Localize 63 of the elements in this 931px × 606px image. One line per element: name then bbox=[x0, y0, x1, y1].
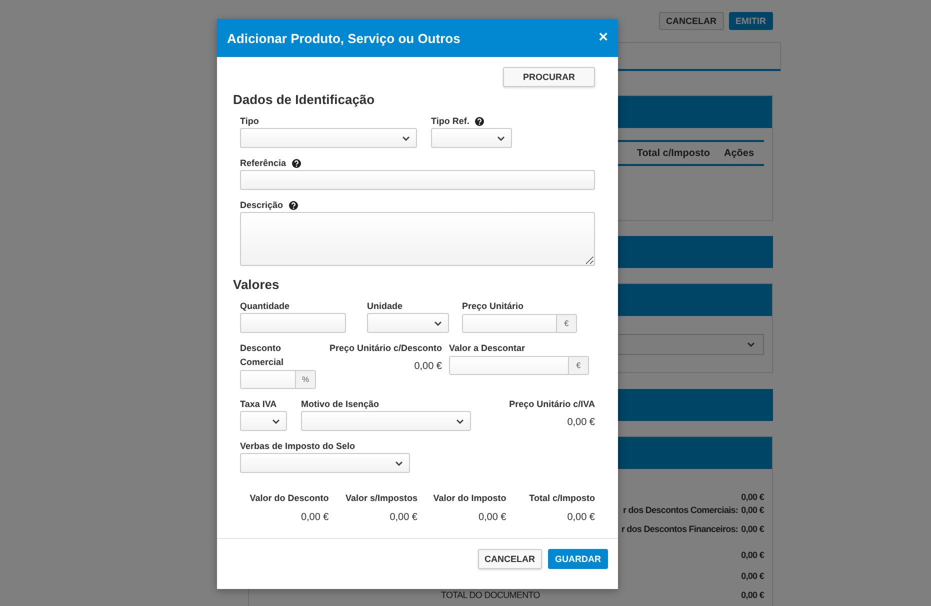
summary-value: 0,00 € bbox=[741, 589, 764, 601]
cancel-button[interactable]: CANCELAR bbox=[659, 12, 724, 30]
total-label: Valor do Desconto bbox=[250, 493, 329, 503]
section-heading: Dados de Identificação bbox=[233, 92, 376, 108]
chevron-down-icon bbox=[402, 136, 410, 140]
field-label: Preço Unitário c/IVA bbox=[509, 399, 595, 410]
summary-value: 0,00 € bbox=[741, 523, 764, 535]
cancel-button[interactable]: CANCELAR bbox=[478, 549, 542, 569]
field-label: Verbas de Imposto do Selo bbox=[240, 441, 356, 452]
input-field[interactable]: € bbox=[462, 314, 577, 333]
chevron-down-icon bbox=[747, 342, 755, 347]
emit-button[interactable]: EMITIR bbox=[728, 12, 773, 30]
total-label: Valor do Imposto bbox=[433, 493, 506, 503]
input-field[interactable]: % bbox=[240, 370, 316, 389]
summary-value: 0,00 € bbox=[741, 504, 764, 516]
select-field[interactable] bbox=[301, 411, 471, 431]
total-value: 0,00 € bbox=[390, 512, 418, 523]
summary-value: 0,00 € bbox=[741, 549, 764, 561]
total-value: 0,00 € bbox=[567, 512, 595, 523]
field-label: Unidade bbox=[367, 301, 403, 312]
input-field[interactable]: € bbox=[449, 356, 589, 375]
section-heading: Valores bbox=[233, 277, 280, 293]
chevron-down-icon bbox=[456, 418, 464, 424]
modal-title: Adicionar Produto, Serviço ou Outros bbox=[227, 30, 460, 46]
total-value: 0,00 € bbox=[300, 512, 329, 523]
select-field[interactable] bbox=[240, 411, 287, 431]
select-field[interactable] bbox=[431, 128, 512, 148]
total-label: Total c/Imposto bbox=[529, 493, 595, 503]
field-label: Valor a Descontar bbox=[449, 342, 526, 355]
chevron-down-icon bbox=[434, 320, 442, 326]
search-button[interactable]: PROCURAR bbox=[503, 67, 595, 87]
select-field[interactable] bbox=[367, 313, 449, 333]
field-label: Descrição bbox=[240, 200, 284, 211]
column-header: Ações bbox=[724, 148, 754, 158]
field-label: Quantidade bbox=[240, 301, 290, 312]
total-value: 0,00 € bbox=[478, 512, 506, 523]
text-area[interactable] bbox=[240, 212, 595, 266]
total-label: Valor s/Impostos bbox=[345, 493, 418, 503]
save-button[interactable]: GUARDAR bbox=[548, 549, 608, 569]
field-value: 0,00 € bbox=[413, 361, 442, 372]
input-field[interactable] bbox=[240, 170, 595, 190]
summary-label: r dos Descontos Financeiros: bbox=[621, 523, 738, 535]
field-label: Tipo bbox=[240, 116, 259, 127]
chevron-down-icon bbox=[272, 418, 280, 424]
field-label: Referência bbox=[240, 158, 286, 169]
field-label: Taxa IVA bbox=[240, 399, 277, 410]
column-header: Total c/Imposto bbox=[636, 148, 710, 158]
summary-value: 0,00 € bbox=[741, 491, 764, 503]
close-button[interactable]: × bbox=[598, 30, 608, 46]
select-field[interactable] bbox=[240, 128, 417, 148]
field-label: Preço Unitário c/Desconto bbox=[329, 343, 442, 354]
select-field[interactable] bbox=[240, 453, 410, 473]
field-value: 0,00 € bbox=[566, 417, 595, 428]
summary-label: TOTAL DO DOCUMENTO bbox=[441, 589, 540, 601]
input-field[interactable] bbox=[240, 313, 346, 333]
field-label: Preço Unitário bbox=[462, 300, 524, 313]
field-label: Motivo de Isenção bbox=[301, 399, 380, 410]
chevron-down-icon bbox=[395, 460, 403, 466]
summary-label: r dos Descontos Comerciais: bbox=[622, 504, 738, 516]
chevron-down-icon bbox=[497, 136, 505, 140]
field-label: Tipo Ref. bbox=[431, 116, 470, 127]
summary-value: 0,00 € bbox=[741, 570, 764, 582]
field-label: Desconto Comercial bbox=[240, 342, 285, 369]
